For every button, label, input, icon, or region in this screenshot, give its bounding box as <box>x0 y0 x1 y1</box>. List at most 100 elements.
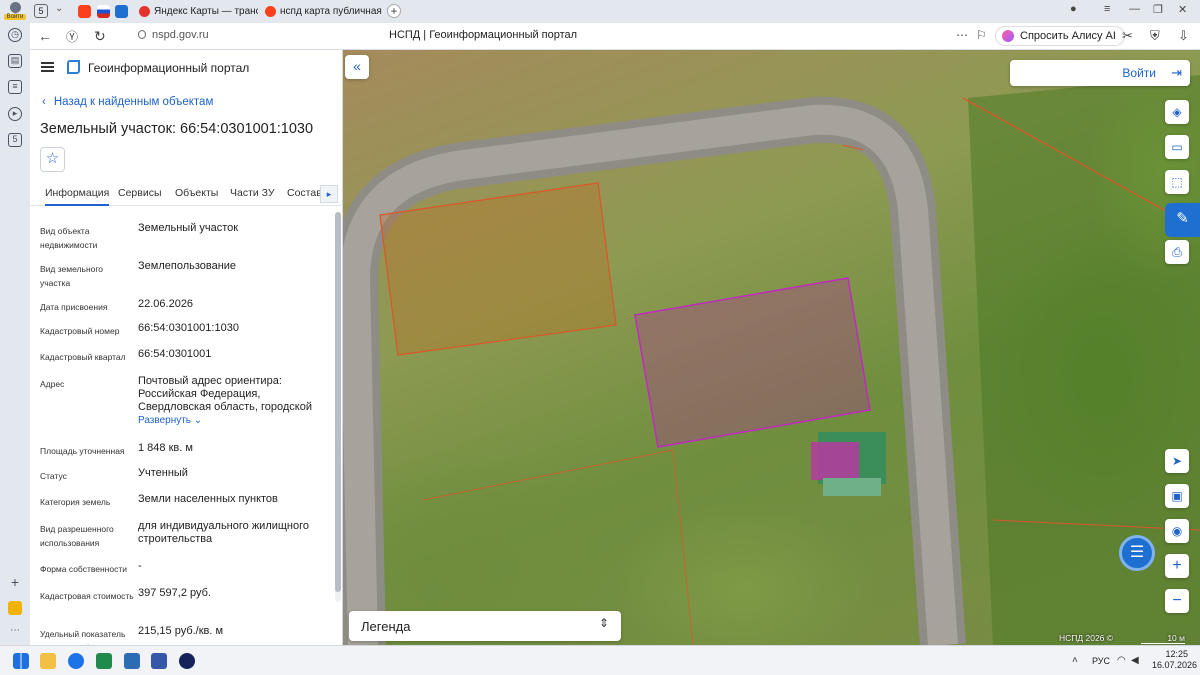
windows-start-icon[interactable] <box>13 653 29 669</box>
excel-icon[interactable] <box>96 653 112 669</box>
tab-services[interactable]: Сервисы <box>118 187 162 199</box>
attr-label: Статус <box>40 471 67 481</box>
chevron-down-icon: ⌄ <box>193 415 203 426</box>
bookmark-icon[interactable]: ⚐ <box>976 28 987 42</box>
attr-label: Вид объекта недвижимости <box>40 226 98 250</box>
language-indicator[interactable]: РУС <box>1092 656 1110 666</box>
map-scale: 10 м <box>1141 633 1185 644</box>
basemap-button[interactable]: ▣ <box>1165 484 1189 508</box>
url-field[interactable]: nspd.gov.ru <box>138 29 209 41</box>
attr-value: 397 597,2 руб. <box>138 587 211 599</box>
yandex-tab-icon[interactable] <box>78 5 91 18</box>
add-icon[interactable]: + <box>8 575 22 591</box>
attribute-list: Вид объекта недвижимости Земельный участ… <box>30 210 334 645</box>
feedback-button[interactable]: ✎ <box>1165 203 1200 237</box>
favorite-button[interactable]: ☆ <box>40 147 65 172</box>
close-window-button[interactable]: ✕ <box>1178 3 1187 16</box>
download-icon[interactable]: ⇩ <box>1178 28 1189 44</box>
play-icon[interactable]: ▸ <box>8 107 22 121</box>
flag-tab-icon[interactable] <box>97 5 110 18</box>
select-area-button[interactable]: ⬚ <box>1165 170 1189 194</box>
my-location-button[interactable]: ◉ <box>1165 519 1189 543</box>
profile-button[interactable]: Войти <box>4 2 26 22</box>
tab-yandex-maps[interactable]: Яндекс Карты — транспорт <box>134 2 258 21</box>
expand-address-link[interactable]: Развернуть ⌄ <box>138 414 330 427</box>
file-explorer-icon[interactable] <box>40 653 56 669</box>
zoom-out-button[interactable]: − <box>1165 589 1189 613</box>
back-to-results-link[interactable]: ‹ Назад к найденным объектам <box>42 96 221 108</box>
tab-count-button[interactable]: 5 <box>34 4 48 18</box>
volume-icon[interactable]: ◀ <box>1131 655 1139 666</box>
measure-button[interactable]: ▭ <box>1165 135 1189 159</box>
wifi-icon[interactable]: ◠ <box>1117 655 1126 666</box>
attr-value: Учтенный <box>138 467 188 479</box>
zoom-in-button[interactable]: + <box>1165 554 1189 578</box>
back-arrow-icon[interactable]: ← <box>38 28 52 44</box>
attr-label: Вид земельного участка <box>40 264 104 288</box>
market-icon[interactable] <box>8 601 22 615</box>
restore-button[interactable]: ❐ <box>1153 3 1163 16</box>
reload-icon[interactable]: ↻ <box>94 28 106 45</box>
attr-label: Кадастровый квартал <box>40 352 126 362</box>
map-pin-icon <box>139 6 150 17</box>
word-icon[interactable] <box>151 653 167 669</box>
avatar-icon <box>9 2 21 13</box>
more-icon[interactable]: ⋯ <box>956 28 968 42</box>
back-link-label: Назад к найденным объектам <box>53 96 214 108</box>
tab-parcel-parts[interactable]: Части ЗУ <box>230 187 275 199</box>
login-button[interactable]: Войти ⇥ <box>1010 60 1190 86</box>
parcel-outline-orange <box>379 182 617 356</box>
lock-icon <box>138 30 146 39</box>
map-view[interactable]: « Войти ⇥ ◈ ▭ ⬚ ✎ ⎙ ➤ ▣ ◉ ☰ + − Легенда … <box>343 50 1200 645</box>
object-title: Земельный участок: 66:54:0301001:1030 <box>40 121 314 137</box>
new-tab-button[interactable]: + <box>387 4 401 18</box>
layers-icon: ◈ <box>1172 105 1182 119</box>
selected-parcel[interactable] <box>634 277 871 448</box>
attr-value: для индивидуального жилищного строительс… <box>138 520 310 545</box>
select-area-icon: ⬚ <box>1171 175 1183 189</box>
scroll-thumb[interactable] <box>335 212 341 592</box>
print-button[interactable]: ⎙ <box>1165 240 1189 264</box>
shield-icon[interactable]: ⛨ <box>1150 28 1160 44</box>
notes-icon[interactable]: ≡ <box>8 80 22 94</box>
attr-label: Площадь уточненная <box>40 446 125 456</box>
clock[interactable]: 12:25 16.07.2026 <box>1152 649 1197 671</box>
chevron-left-icon: ‹ <box>42 96 46 108</box>
locate-button[interactable]: ➤ <box>1165 449 1189 473</box>
layers-button[interactable]: ◈ <box>1165 100 1189 124</box>
five-icon[interactable]: 5 <box>8 133 22 147</box>
tab-composition[interactable]: Состав <box>287 187 322 199</box>
collapse-panel-button[interactable]: « <box>345 55 369 79</box>
attr-value: 22.06.2026 <box>138 298 194 310</box>
ask-alisa-button[interactable]: Спросить Алису AI <box>995 26 1125 46</box>
attr-value: 215,15 руб./кв. м <box>138 625 224 637</box>
tab-nspd-search[interactable]: нспд карта публичная ка <box>260 2 384 21</box>
chevron-right-icon[interactable]: ▸ <box>320 185 338 203</box>
attr-value: - <box>138 560 142 572</box>
chevron-up-icon[interactable]: ˄ <box>1072 655 1078 666</box>
attr-value: Почтовый адрес ориентира: Российская Фед… <box>138 375 330 427</box>
nspd-tab-icon[interactable] <box>115 5 128 18</box>
tab-information[interactable]: Информация <box>45 187 110 206</box>
browser-icon[interactable] <box>68 653 84 669</box>
account-icon[interactable]: ● <box>1070 3 1077 15</box>
legend-dropdown[interactable]: Легенда ⇕ <box>349 611 621 641</box>
yandex-y-icon[interactable]: Ⓨ <box>66 28 78 45</box>
chevron-down-icon[interactable]: ⌄ <box>55 3 63 14</box>
yandex-browser-icon[interactable] <box>179 653 195 669</box>
menu-icon[interactable]: ≡ <box>1104 3 1110 15</box>
tab-objects[interactable]: Объекты <box>175 187 218 199</box>
history-icon[interactable]: ◷ <box>8 28 22 42</box>
tab-title: нспд карта публичная ка <box>280 6 384 17</box>
hamburger-menu-icon[interactable] <box>41 62 54 72</box>
info-tabs: Информация Сервисы Объекты Части ЗУ Сост… <box>30 181 342 206</box>
legend-label: Легенда <box>361 619 411 634</box>
extensions-icon[interactable]: ✂ <box>1122 28 1133 44</box>
collections-icon[interactable]: ▤ <box>8 54 22 68</box>
minimize-button[interactable]: — <box>1129 3 1140 15</box>
more-dots-icon[interactable]: ⋯ <box>8 625 22 639</box>
app-icon[interactable] <box>124 653 140 669</box>
chat-button[interactable]: ☰ <box>1119 535 1155 571</box>
tab-title: Яндекс Карты — транспорт <box>154 6 258 17</box>
panel-scrollbar[interactable] <box>335 212 341 602</box>
